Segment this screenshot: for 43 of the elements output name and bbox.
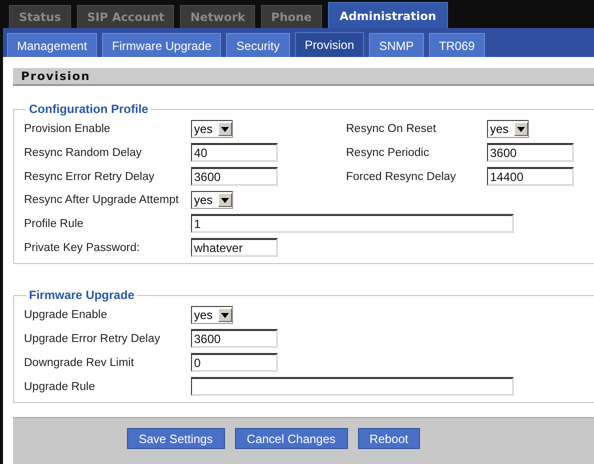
sub-tab[interactable]: Provision: [294, 32, 364, 57]
field-label: Profile Rule: [24, 218, 84, 230]
field-label: Upgrade Error Retry Delay: [24, 332, 162, 344]
input-field[interactable]: 0: [191, 353, 278, 372]
input-field[interactable]: whatever: [191, 238, 278, 257]
input-field[interactable]: [191, 377, 514, 396]
sub-tab[interactable]: Security: [226, 33, 290, 57]
input-field[interactable]: 3600: [191, 167, 278, 186]
field-label: Resync Periodic: [346, 146, 430, 158]
sub-tab[interactable]: Management: [7, 33, 98, 57]
nav-tab[interactable]: Administration: [328, 2, 448, 28]
action-button[interactable]: Save Settings: [126, 428, 225, 449]
dropdown[interactable]: yes: [191, 191, 233, 209]
caret-icon: [221, 312, 229, 318]
sub-tab[interactable]: SNMP: [369, 33, 424, 57]
input-field[interactable]: 14400: [487, 167, 574, 186]
caret-icon: [517, 126, 525, 132]
field-label: Resync On Reset: [346, 123, 438, 135]
input-field[interactable]: 3600: [191, 329, 278, 348]
field-label: Resync After Upgrade Attempt: [24, 194, 180, 206]
action-button[interactable]: Reboot: [358, 428, 420, 449]
caret-icon: [221, 126, 229, 132]
field-label: Private Key Password:: [24, 242, 141, 254]
dropdown[interactable]: yes: [191, 306, 233, 324]
dropdown[interactable]: yes: [191, 120, 233, 138]
input-field[interactable]: 40: [191, 143, 278, 162]
field-label: Resync Random Delay: [24, 146, 143, 158]
page-title: Provision: [21, 69, 90, 83]
action-button[interactable]: Cancel Changes: [234, 428, 348, 449]
field-label: Resync Error Retry Delay: [24, 170, 156, 182]
sub-tab[interactable]: TR069: [428, 33, 485, 57]
sub-tab[interactable]: Firmware Upgrade: [102, 33, 222, 57]
input-field[interactable]: 3600: [487, 143, 574, 162]
field-label: Upgrade Enable: [24, 309, 108, 321]
dropdown[interactable]: yes: [487, 120, 529, 138]
field-label: Forced Resync Delay: [346, 170, 457, 182]
field-label: Provision Enable: [24, 123, 112, 135]
section-title: Firmware Upgrade: [28, 288, 136, 302]
caret-icon: [221, 198, 229, 202]
input-field[interactable]: 1: [191, 214, 514, 233]
field-label: Downgrade Rev Limit: [24, 356, 135, 368]
field-label: Upgrade Rule: [24, 380, 96, 392]
section-title: Configuration Profile: [28, 102, 150, 116]
